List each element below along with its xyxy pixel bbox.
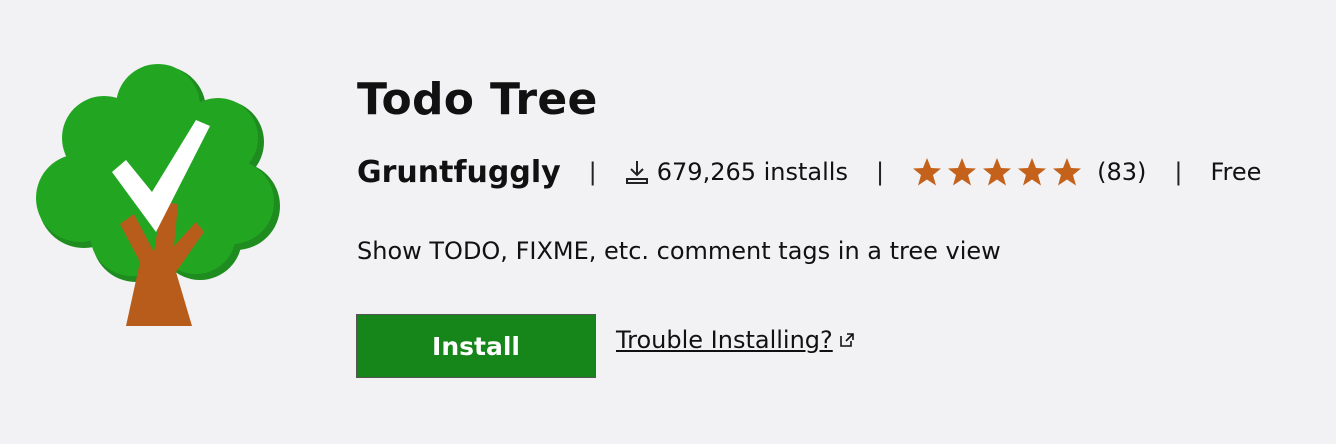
separator: |	[588, 158, 597, 186]
tree-logo-icon	[36, 64, 280, 326]
rating[interactable]: (83)	[912, 157, 1146, 187]
star-icon	[913, 158, 942, 186]
star-icon	[983, 158, 1012, 186]
star-icon	[1018, 158, 1047, 186]
extension-meta-row: Gruntfuggly | 679,265 installs | (83) | …	[357, 150, 1261, 194]
extension-header: Todo Tree Gruntfuggly | 679,265 installs…	[0, 0, 1336, 444]
publisher-name[interactable]: Gruntfuggly	[357, 155, 561, 190]
star-icon	[1053, 158, 1082, 186]
install-count: 679,265 installs	[625, 158, 848, 186]
extension-title: Todo Tree	[357, 74, 598, 125]
download-icon	[625, 161, 648, 184]
star-icon	[948, 158, 977, 186]
install-button[interactable]: Install	[356, 314, 596, 378]
separator: |	[1174, 158, 1183, 186]
extension-description: Show TODO, FIXME, etc. comment tags in a…	[357, 237, 1001, 265]
external-link-icon	[839, 333, 854, 347]
install-count-text: 679,265 installs	[656, 158, 848, 186]
price-label: Free	[1210, 158, 1262, 186]
trouble-installing-link[interactable]: Trouble Installing?	[616, 326, 855, 354]
trouble-installing-label: Trouble Installing?	[616, 326, 833, 354]
rating-count: (83)	[1097, 158, 1147, 186]
separator: |	[875, 158, 885, 186]
